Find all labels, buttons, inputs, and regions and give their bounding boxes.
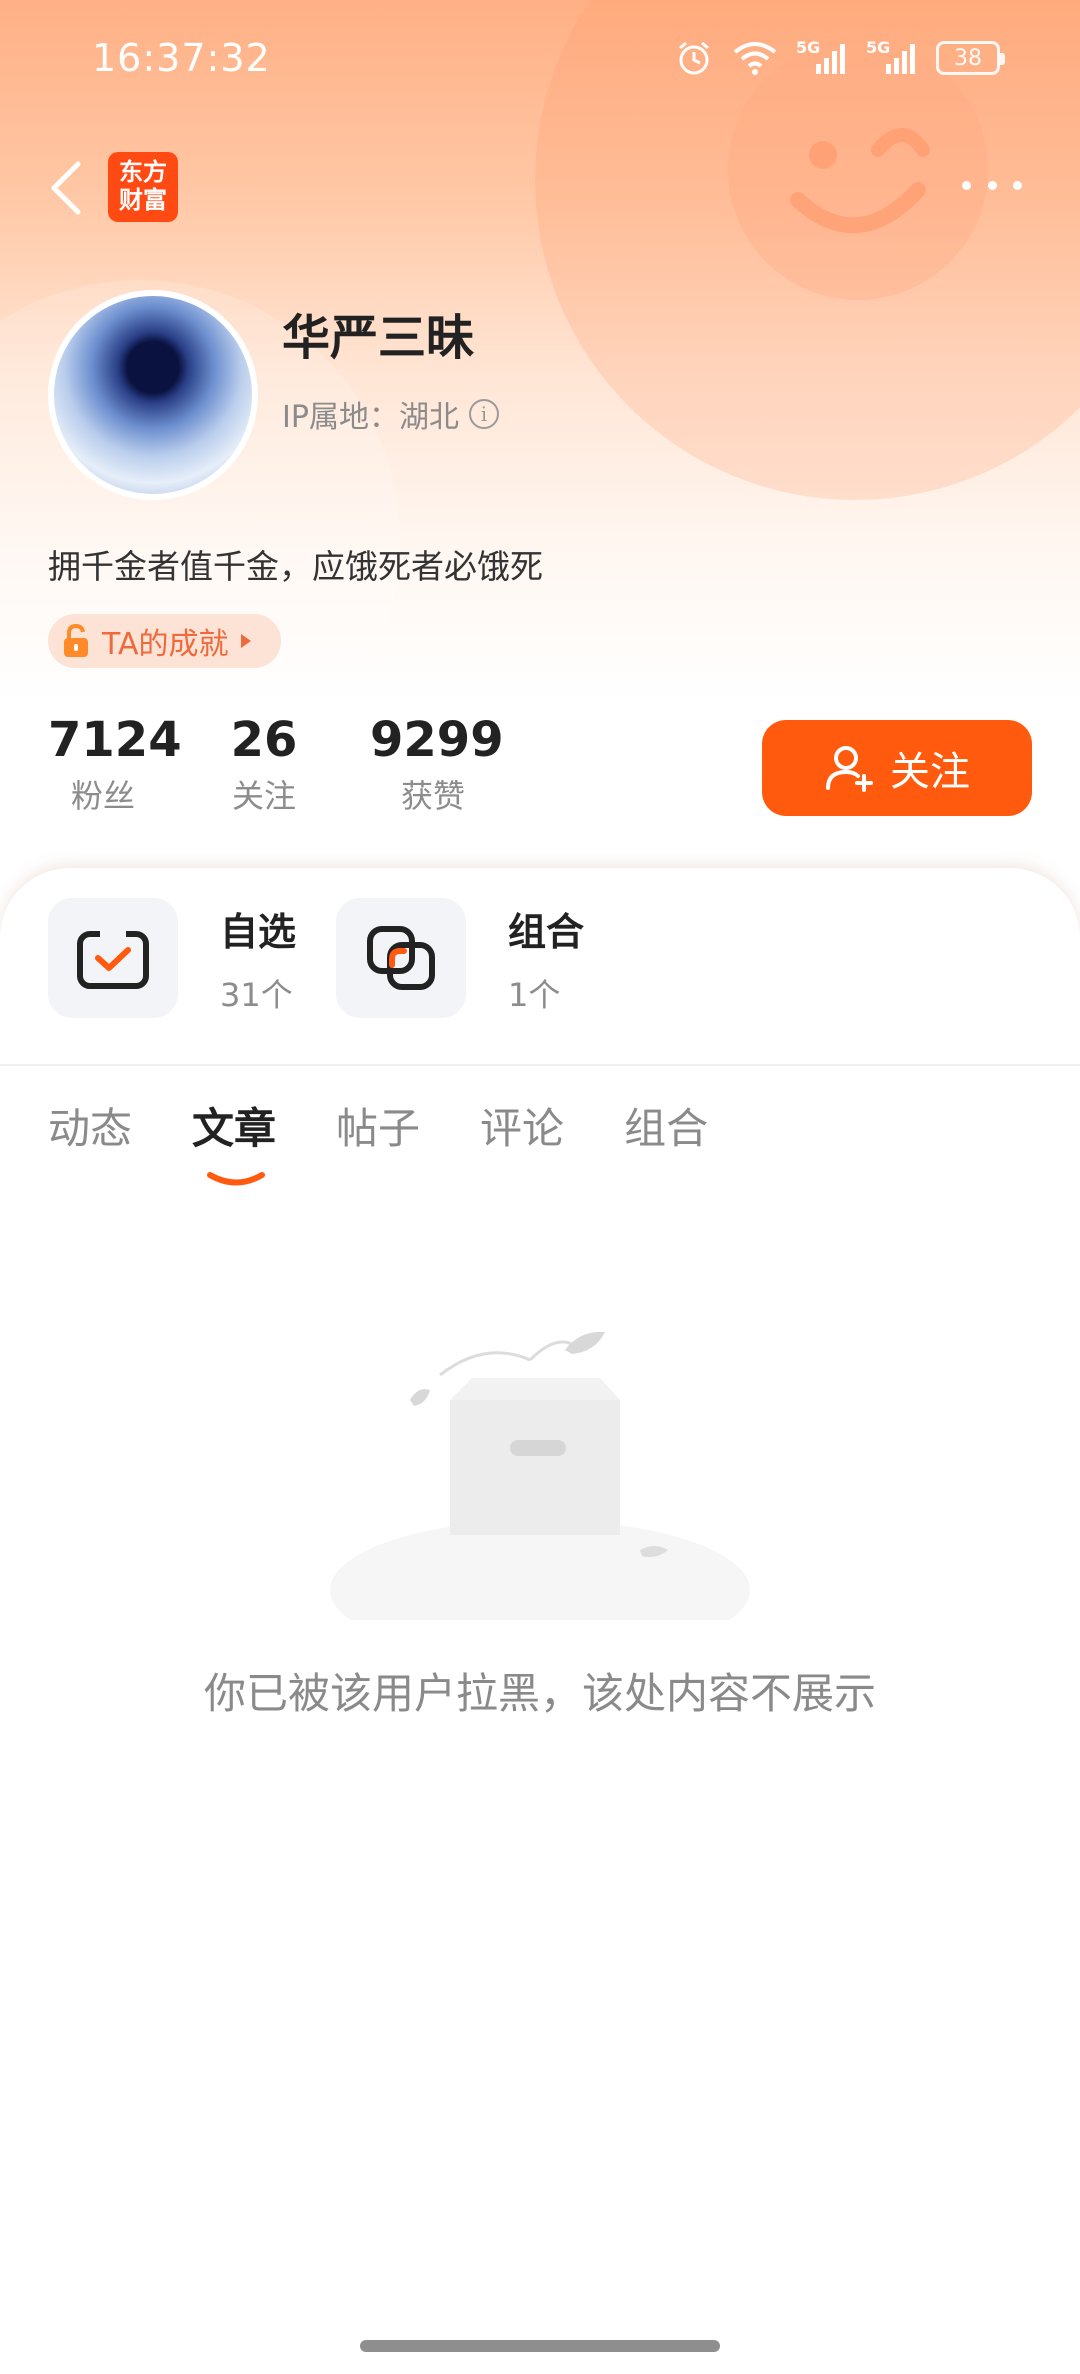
achievement-label: TA的成就 bbox=[102, 627, 229, 662]
empty-box-illustration bbox=[330, 1331, 750, 1620]
portfolio-icon-box bbox=[336, 898, 466, 1018]
active-tab-indicator bbox=[207, 1172, 266, 1186]
battery-icon: 38 bbox=[936, 41, 1005, 75]
wifi-icon bbox=[733, 42, 777, 75]
watchlist-entry[interactable]: 自选 31个 bbox=[48, 898, 296, 1018]
blocked-message: 你已被该用户拉黑，该处内容不展示 bbox=[203, 1669, 876, 1718]
dot-icon bbox=[962, 180, 971, 190]
back-button[interactable] bbox=[44, 158, 88, 218]
watchlist-check-icon bbox=[77, 928, 149, 989]
stat-likes[interactable]: 9299 获赞 bbox=[370, 710, 504, 818]
home-indicator[interactable] bbox=[360, 2340, 720, 2352]
divider bbox=[0, 1064, 1080, 1066]
achievement-badge[interactable]: TA的成就 bbox=[48, 614, 281, 668]
info-icon[interactable]: i bbox=[468, 399, 499, 429]
user-bio: 拥千金者值千金，应饿死者必饿死 bbox=[48, 547, 543, 586]
unlock-icon bbox=[64, 623, 88, 657]
tab-comments[interactable]: 评论 bbox=[480, 1095, 564, 1156]
play-arrow-icon bbox=[240, 634, 251, 648]
signal-5g-icon: 5G bbox=[866, 38, 918, 76]
dot-icon bbox=[987, 180, 997, 190]
dot-icon bbox=[1013, 180, 1022, 190]
content-tabs: 动态 文章 帖子 评论 组合 bbox=[48, 1095, 708, 1186]
alarm-icon bbox=[679, 41, 709, 75]
add-user-icon bbox=[826, 746, 873, 792]
tab-posts[interactable]: 帖子 bbox=[336, 1095, 420, 1156]
status-bar: 16:37:32 5G 5G 38 bbox=[0, 0, 1080, 120]
avatar[interactable] bbox=[48, 290, 258, 500]
content-card bbox=[0, 868, 1080, 2374]
more-options-button[interactable] bbox=[962, 170, 1022, 200]
app-logo: 东方 财富 bbox=[108, 152, 178, 222]
tab-portfolios[interactable]: 组合 bbox=[624, 1095, 708, 1156]
user-name: 华严三昧 bbox=[282, 310, 475, 366]
status-icons: 5G 5G 38 bbox=[674, 38, 1005, 78]
tab-dynamics[interactable]: 动态 bbox=[48, 1095, 132, 1156]
portfolio-entry[interactable]: 组合 1个 bbox=[336, 898, 584, 1018]
signal-5g-icon: 5G bbox=[796, 38, 848, 76]
stat-fans[interactable]: 7124 粉丝 bbox=[48, 710, 182, 818]
follow-button[interactable]: 关注 bbox=[762, 720, 1032, 816]
tab-articles[interactable]: 文章 bbox=[192, 1095, 276, 1186]
stat-following[interactable]: 26 关注 bbox=[214, 710, 314, 818]
status-time: 16:37:32 bbox=[92, 36, 271, 80]
ip-location: IP属地：湖北 i bbox=[282, 392, 499, 436]
watchlist-icon-box bbox=[48, 898, 178, 1018]
portfolio-icon bbox=[367, 926, 435, 990]
chevron-left-icon bbox=[51, 161, 81, 215]
